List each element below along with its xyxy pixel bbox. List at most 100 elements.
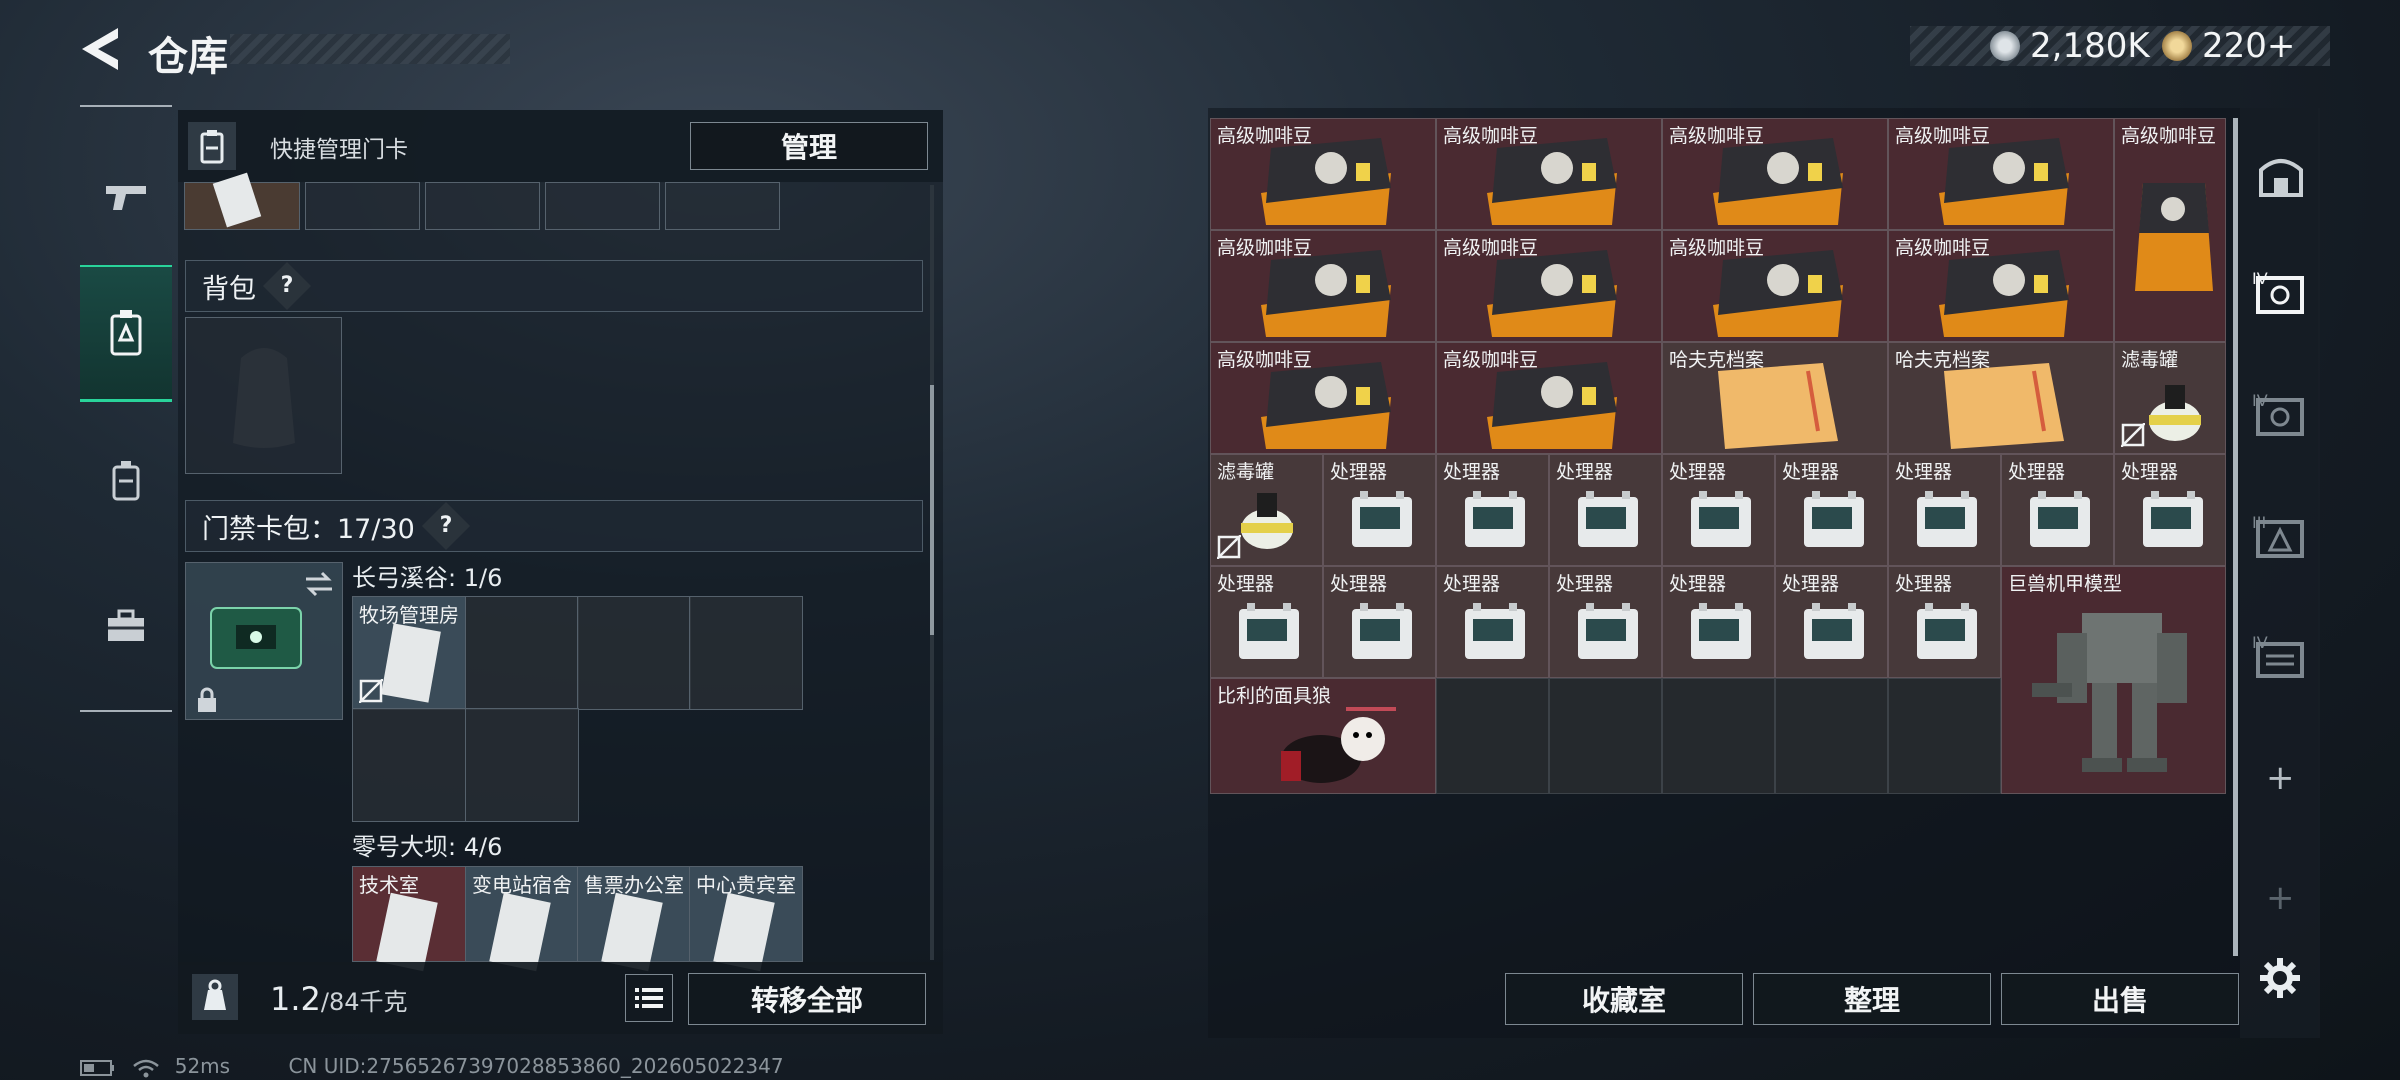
briefcase-icon (108, 609, 144, 641)
stash-item[interactable]: 哈夫克档案 (1888, 342, 2114, 454)
stash-level3-icon[interactable]: III (2250, 510, 2310, 562)
transfer-all-button[interactable]: 转移全部 (688, 973, 926, 1025)
quick-slot[interactable] (305, 182, 420, 230)
stash-item[interactable]: 比利的面具狼 (1210, 678, 1436, 794)
stash-item[interactable]: 处理器 (1888, 566, 2001, 678)
empty-slot[interactable] (1888, 678, 2001, 794)
token-icon (2162, 31, 2192, 61)
stash-item[interactable]: 高级咖啡豆 (1436, 118, 1662, 230)
stash-item[interactable]: 高级咖啡豆 (1888, 230, 2114, 342)
coffee-bag-icon (1487, 362, 1617, 449)
keycard-slot[interactable]: 牧场管理房 (352, 596, 466, 710)
processor-icon (1804, 603, 1864, 659)
stash-item[interactable]: 处理器 (1662, 454, 1775, 566)
ping-readout: 52ms (174, 1054, 231, 1078)
stash-item[interactable]: 处理器 (1549, 566, 1662, 678)
quick-slot[interactable] (425, 182, 540, 230)
list-view-button[interactable] (625, 974, 673, 1022)
empty-slot[interactable] (1662, 678, 1775, 794)
empty-slot[interactable] (1436, 678, 1549, 794)
stash-item[interactable]: 高级咖啡豆 (1888, 118, 2114, 230)
backpack-placeholder-icon (233, 348, 295, 448)
processor-icon (2143, 491, 2203, 547)
quick-slot[interactable] (665, 182, 780, 230)
empty-slot[interactable] (1549, 678, 1662, 794)
stash-level4-icon[interactable]: IV (2250, 266, 2310, 318)
uid-readout: CN UID:2756526739702885386­0_20260502234… (288, 1054, 784, 1078)
stash-item[interactable]: 处理器 (1323, 454, 1436, 566)
tab-cards[interactable] (80, 435, 172, 527)
unbound-icon (1217, 535, 1241, 559)
stash-item[interactable]: 处理器 (1323, 566, 1436, 678)
stash-scrollbar[interactable] (2233, 118, 2238, 956)
gun-icon (106, 186, 146, 210)
keycard-slot[interactable] (577, 596, 691, 710)
unbound-icon (2121, 423, 2145, 447)
back-arrow-icon[interactable] (78, 24, 122, 74)
stash-item[interactable]: 高级咖啡豆 (1210, 230, 1436, 342)
document-folder-icon (1944, 363, 2064, 449)
stash-item[interactable]: 高级咖啡豆 (2114, 118, 2226, 342)
stash-item[interactable]: 哈夫克档案 (1662, 342, 1888, 454)
stash-item[interactable]: 处理器 (1210, 566, 1323, 678)
puppet-doll-icon (1281, 707, 1396, 783)
quick-slot[interactable] (545, 182, 660, 230)
list-icon (635, 988, 663, 1008)
stash-item[interactable]: 滤毒罐 (2114, 342, 2226, 454)
stash-item[interactable]: 高级咖啡豆 (1436, 230, 1662, 342)
stash-item[interactable]: 处理器 (2114, 454, 2226, 566)
stash-item[interactable]: 处理器 (1775, 454, 1888, 566)
keycard-slot[interactable] (352, 708, 466, 822)
help-icon[interactable]: ? (262, 261, 312, 311)
keycard-pack-item[interactable] (185, 562, 343, 720)
scrollbar-thumb[interactable] (930, 385, 934, 635)
stash-item[interactable]: 处理器 (1662, 566, 1775, 678)
keycard-slot[interactable]: 变电站宿舍 (465, 866, 579, 972)
add-stash-disabled-icon: + (2266, 878, 2295, 918)
stash-item[interactable]: 巨兽机甲模型 (2001, 566, 2226, 794)
keycard-slot[interactable]: 中心贵宾室 (689, 866, 803, 972)
add-stash-icon[interactable]: + (2266, 758, 2295, 798)
keycard-slot[interactable]: 售票办公室 (577, 866, 691, 972)
tab-weapons[interactable] (80, 150, 172, 242)
stash-item[interactable]: 高级咖啡豆 (1210, 118, 1436, 230)
stash-item[interactable]: 处理器 (1775, 566, 1888, 678)
backpack-slot[interactable] (185, 317, 342, 474)
filter-canister-icon (2149, 385, 2201, 441)
stash-item[interactable]: 高级咖啡豆 (1210, 342, 1436, 454)
swap-icon[interactable] (304, 571, 334, 597)
quick-slot[interactable] (184, 172, 300, 230)
stash-item[interactable]: 高级咖啡豆 (1662, 230, 1888, 342)
manage-button[interactable]: 管理 (690, 122, 928, 170)
stash-item[interactable]: 处理器 (1888, 454, 2001, 566)
help-icon[interactable]: ? (421, 501, 470, 551)
sort-button[interactable]: 整理 (1753, 973, 1991, 1025)
keycard-slot[interactable] (465, 596, 579, 710)
processor-icon (1691, 603, 1751, 659)
stash-item[interactable]: 处理器 (1436, 566, 1549, 678)
keycard-slot[interactable] (689, 596, 803, 710)
token-balance: 220+ (2162, 26, 2295, 66)
coffee-bag-icon (1487, 138, 1617, 225)
stash-item[interactable]: 处理器 (2001, 454, 2114, 566)
stash-folder-icon[interactable]: IV (2250, 630, 2310, 682)
coffee-bag-icon (1261, 138, 1391, 225)
collection-room-button[interactable]: 收藏室 (1505, 973, 1743, 1025)
zone2-label: 零号大坝: 4/6 (352, 833, 503, 861)
stash-item[interactable]: 高级咖啡豆 (1436, 342, 1662, 454)
empty-slot[interactable] (1775, 678, 1888, 794)
side-tabs (80, 105, 172, 715)
stash-item[interactable]: 处理器 (1549, 454, 1662, 566)
stash-item[interactable]: 滤毒罐 (1210, 454, 1323, 566)
stash-item[interactable]: 高级咖啡豆 (1662, 118, 1888, 230)
stash-item[interactable]: 处理器 (1436, 454, 1549, 566)
vault-icon[interactable] (2256, 150, 2306, 200)
tab-equipment[interactable] (80, 580, 172, 672)
keycard-slot[interactable]: 技术室 (352, 866, 466, 972)
settings-gear-icon[interactable] (2258, 956, 2302, 1000)
keycard-slot[interactable] (465, 708, 579, 822)
coffee-bag-icon (1713, 138, 1843, 225)
tab-keycard[interactable] (80, 265, 172, 402)
stash-level4-alt-icon[interactable]: IV (2250, 388, 2310, 440)
sell-button[interactable]: 出售 (2001, 973, 2239, 1025)
